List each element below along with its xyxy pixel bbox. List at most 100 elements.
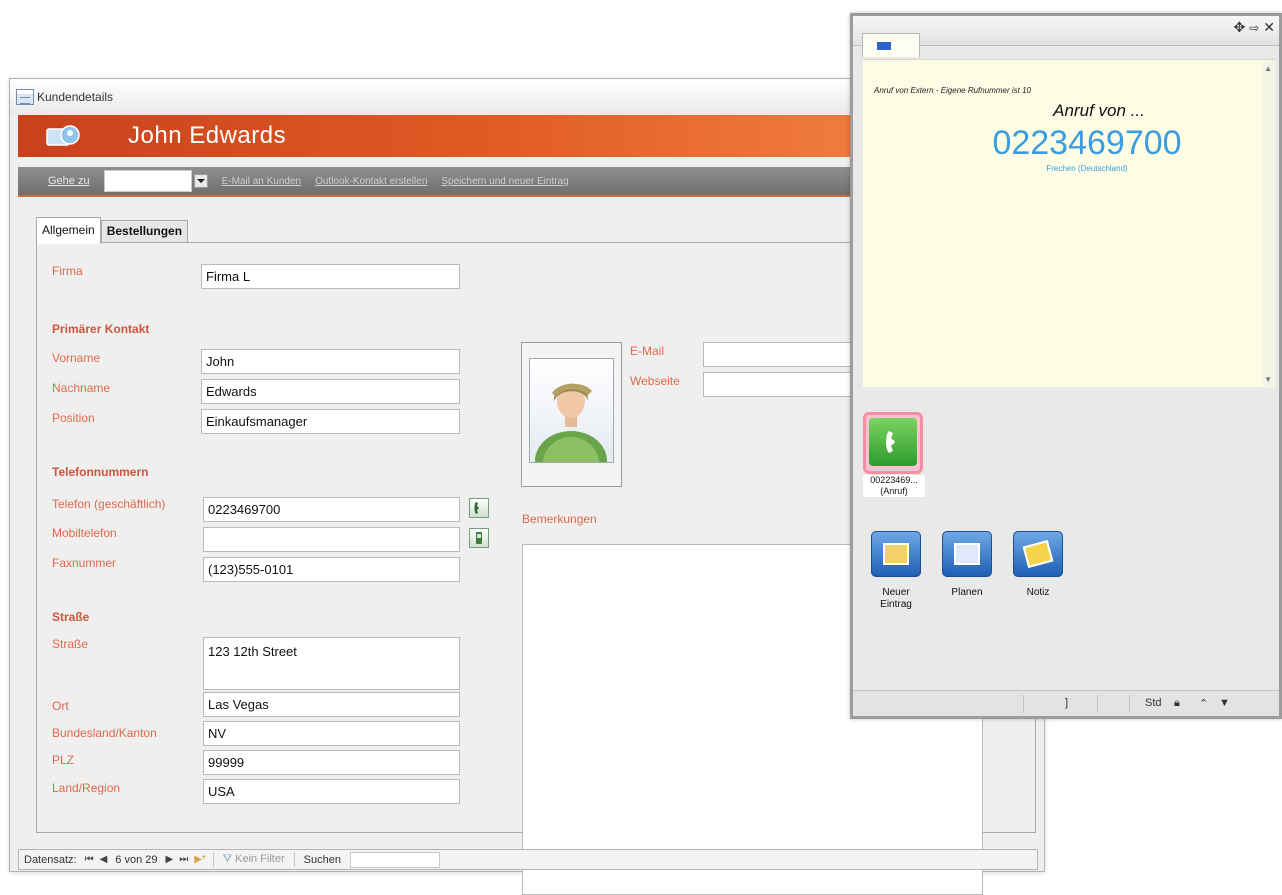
schedule-label: Planen [951, 587, 983, 598]
hook-state-icon[interactable]: ] [1065, 697, 1068, 709]
goto-combo-input[interactable] [103, 170, 192, 192]
new-record-icon[interactable]: ▶* [191, 854, 209, 865]
collapse-up-icon[interactable]: ⌃ [1199, 697, 1208, 710]
webseite-field[interactable] [703, 372, 863, 397]
telefon-label: Telefon (geschäftlich) [52, 497, 166, 511]
previous-record-icon[interactable]: ◀ [97, 854, 111, 865]
filter-label: Kein Filter [235, 853, 285, 865]
nachname-field[interactable]: Edwards [201, 379, 460, 404]
create-outlook-contact-link[interactable]: Outlook-Kontakt erstellen [315, 176, 427, 187]
bundesland-label: Bundesland/Kanton [52, 726, 157, 740]
street-heading: Straße [52, 610, 90, 624]
form-window-title: Kundendetails [37, 90, 114, 104]
form-icon [16, 89, 34, 105]
divider [293, 852, 295, 867]
position-label: Position [52, 411, 95, 425]
divider [1097, 695, 1098, 713]
calendar-icon [942, 531, 992, 577]
flag-icon [877, 42, 891, 50]
phone-call-popup: ✥ ⇨ ✕ Anruf von Extern - Eigene Rufnumme… [850, 13, 1282, 719]
call-info-text: Anruf von Extern - Eigene Rufnummer ist … [874, 86, 1031, 95]
search-input[interactable] [349, 851, 440, 868]
form-tabs: Allgemein Bestellungen [36, 217, 189, 244]
record-navigation-bar: Datensatz: ⏮ ◀ 6 von 29 ▶ ⏭ ▶* ⛛ Kein Fi… [18, 849, 1038, 870]
caller-location: Frechen (Deutschland) [1046, 164, 1128, 173]
new-entry-label: Neuer Eintrag [880, 587, 912, 610]
dropdown-arrow-icon[interactable]: ▼ [1219, 697, 1230, 709]
mode-label[interactable]: Std [1145, 697, 1162, 709]
tab-bestellungen[interactable]: Bestellungen [100, 220, 189, 243]
active-call-label: 00223469... (Anruf) [863, 475, 925, 497]
dial-mobile-button[interactable] [469, 528, 489, 548]
ort-field[interactable]: Las Vegas [203, 692, 460, 717]
close-icon[interactable]: ✕ [1263, 19, 1275, 36]
email-customer-link[interactable]: E-Mail an Kunden [222, 176, 302, 187]
active-call-tile[interactable]: 00223469... (Anruf) [863, 412, 925, 504]
plz-field[interactable]: 99999 [203, 750, 460, 775]
email-field[interactable] [703, 342, 863, 367]
strasse-field[interactable]: 123 12th Street [203, 637, 460, 690]
land-label: Land/Region [52, 781, 121, 795]
bemerkungen-label: Bemerkungen [522, 512, 597, 526]
record-position-input[interactable]: 6 von 29 [110, 854, 162, 866]
webseite-label: Webseite [630, 374, 680, 388]
vorname-label: Vorname [52, 351, 101, 365]
schedule-button[interactable]: Planen [940, 531, 994, 599]
divider [1129, 695, 1130, 713]
note-icon [1013, 531, 1063, 577]
telefon-field[interactable]: 0223469700 [203, 497, 460, 522]
faxnummer-label: Faxnummer [52, 556, 117, 570]
land-field[interactable]: USA [203, 779, 460, 804]
funnel-icon: ⛛ [222, 853, 233, 865]
contact-card-icon [46, 125, 80, 146]
position-field[interactable]: Einkaufsmanager [201, 409, 460, 434]
contact-photo-frame[interactable] [521, 342, 622, 491]
scroll-up-icon[interactable]: ▲ [1264, 64, 1272, 73]
primary-contact-heading: Primärer Kontakt [52, 322, 150, 336]
vorname-field[interactable]: John [201, 349, 460, 374]
call-title: Anruf von ... [1053, 101, 1145, 120]
goto-label: Gehe zu [48, 175, 90, 187]
popup-titlebar: ✥ ⇨ ✕ [853, 16, 1279, 57]
popup-tab[interactable] [862, 33, 920, 57]
pin-arrow-icon[interactable]: ⇨ [1249, 21, 1259, 35]
caller-number: 0223469700 [992, 124, 1182, 162]
call-icon-frame [863, 412, 923, 474]
phone-numbers-heading: Telefonnummern [52, 465, 149, 479]
mobiltelefon-label: Mobiltelefon [52, 526, 117, 540]
firma-field[interactable]: Firma L [201, 264, 460, 289]
lock-icon[interactable]: 🔒︎ [1174, 697, 1180, 710]
goto-dropdown-button[interactable] [193, 174, 208, 188]
phone-call-icon [869, 418, 917, 466]
phone-handset-icon [474, 502, 479, 514]
move-icon[interactable]: ✥ [1233, 19, 1245, 36]
mobiltelefon-field[interactable] [203, 527, 460, 552]
last-record-icon[interactable]: ⏭ [176, 854, 191, 865]
new-entry-button[interactable]: Neuer Eintrag [869, 531, 923, 611]
note-button[interactable]: Notiz [1011, 531, 1065, 599]
caller-info-panel: Anruf von Extern - Eigene Rufnummer ist … [863, 59, 1275, 388]
divider [212, 852, 214, 867]
folder-icon [871, 531, 921, 577]
email-label: E-Mail [630, 344, 665, 358]
search-label: Suchen [303, 853, 341, 866]
bundesland-field[interactable]: NV [203, 721, 460, 746]
save-and-new-link[interactable]: Speichern und neuer Eintrag [441, 176, 568, 187]
person-avatar-icon [535, 383, 607, 491]
ort-label: Ort [52, 699, 69, 713]
tab-allgemein[interactable]: Allgemein [36, 217, 101, 244]
filter-toggle[interactable]: ⛛ Kein Filter [218, 853, 290, 866]
divider [1023, 695, 1024, 713]
caller-scrollbar[interactable]: ▲ ▼ [1263, 60, 1275, 388]
scroll-down-icon[interactable]: ▼ [1264, 375, 1272, 384]
popup-window-controls: ✥ ⇨ ✕ [1233, 19, 1275, 36]
contact-photo [529, 358, 614, 491]
note-label: Notiz [1026, 587, 1050, 598]
popup-status-bar: ] Std 🔒︎ ⌃ ▼ [853, 690, 1279, 716]
faxnummer-field[interactable]: (123)555-0101 [203, 557, 460, 582]
strasse-label: Straße [52, 637, 89, 651]
first-record-icon[interactable]: ⏮ [82, 854, 97, 865]
next-record-icon[interactable]: ▶ [163, 854, 177, 865]
mobile-phone-icon [476, 532, 482, 544]
dial-phone-button[interactable] [469, 498, 489, 518]
